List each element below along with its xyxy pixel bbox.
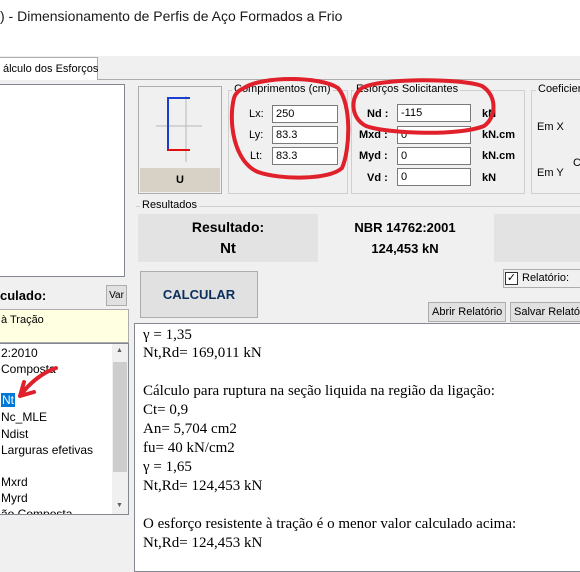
report-line: Ct= 0,9 <box>143 402 189 418</box>
mxd-field[interactable]: 0 <box>397 126 471 144</box>
vd-field[interactable]: 0 <box>397 168 471 186</box>
relatorio-label: Relatório: <box>522 272 570 284</box>
scroll-down-icon[interactable]: ▼ <box>116 502 123 509</box>
report-line: O esforço resistente à tração é o menor … <box>143 516 517 532</box>
list-item[interactable]: Myrd <box>1 491 28 505</box>
myd-label: Myd : <box>359 150 388 162</box>
mxd-unit: kN.cm <box>482 129 516 141</box>
list-item[interactable]: Nc_MLE <box>1 410 47 424</box>
norm-value: 124,453 kN <box>371 241 439 256</box>
nd-field[interactable]: -115 <box>397 104 471 122</box>
result-list[interactable]: 2:2010 Composta Nt Nc_MLE Ndist Larguras… <box>0 343 129 515</box>
norm-label: NBR 14762:2001 <box>354 220 456 235</box>
nd-unit: kN <box>482 108 497 120</box>
report-line: Nt,Rd= 124,453 kN <box>143 535 263 551</box>
list-item[interactable]: Ndist <box>1 427 28 441</box>
profile-label: U <box>176 174 184 186</box>
list-item[interactable]: 2:2010 <box>1 346 38 360</box>
list-item[interactable]: Larguras efetivas <box>1 443 93 457</box>
list-scrollbar-thumb[interactable] <box>113 362 127 472</box>
window-title: ) - Dimensionamento de Perfis de Aço For… <box>0 8 343 24</box>
report-line: Cálculo para ruptura na seção liquida na… <box>143 383 495 399</box>
lx-field[interactable]: 250 <box>272 105 338 123</box>
result-box-right <box>494 214 580 262</box>
ly-label: Ly: <box>249 129 264 141</box>
tab-calculo-esforcos[interactable]: álculo dos Esforços <box>0 57 98 80</box>
results-divider <box>136 206 580 207</box>
coeficientes-title: Coeficier <box>536 83 580 95</box>
ly-field[interactable]: 83.3 <box>272 126 338 144</box>
lx-label: Lx: <box>249 108 264 120</box>
left-tree-view[interactable] <box>0 84 125 277</box>
var-button[interactable]: Var <box>106 285 127 306</box>
myd-unit: kN.cm <box>482 150 516 162</box>
myd-field[interactable]: 0 <box>397 147 471 165</box>
report-line: Nt,Rd= 124,453 kN <box>143 478 263 494</box>
selected-type-text: à Tração <box>1 314 44 326</box>
abrir-relatorio-button[interactable]: Abrir Relatório <box>428 302 506 322</box>
coef-partial-label: C <box>573 157 580 169</box>
result-label: Resultado: <box>191 219 265 235</box>
results-title: Resultados <box>140 199 200 211</box>
em-x-label: Em X <box>537 121 564 133</box>
mxd-label: Mxd : <box>359 129 388 141</box>
calculated-label: culado: <box>0 288 47 303</box>
u-profile-icon <box>156 96 202 162</box>
relatorio-checkbox[interactable]: ✓ <box>505 272 518 285</box>
em-y-label: Em Y <box>537 167 564 179</box>
profile-image[interactable] <box>140 88 220 168</box>
report-line: fu= 40 kN/cm2 <box>143 440 235 456</box>
vd-label: Vd : <box>367 172 388 184</box>
list-item-selected[interactable]: Nt <box>1 393 15 407</box>
lt-label: Lt: <box>250 150 263 162</box>
list-item[interactable]: ão Composta <box>1 507 72 514</box>
list-item[interactable]: Composta <box>1 362 56 376</box>
scroll-up-icon[interactable]: ▲ <box>116 347 123 354</box>
calcular-button[interactable]: CALCULAR <box>140 271 258 318</box>
lt-field[interactable]: 83.3 <box>272 147 338 165</box>
report-line: γ = 1,65 <box>143 459 192 475</box>
report-text-area[interactable]: γ = 1,35 Nt,Rd= 169,011 kN Cálculo para … <box>134 323 580 572</box>
report-line: Nt,Rd= 169,011 kN <box>143 345 262 361</box>
vd-unit: kN <box>482 172 497 184</box>
selected-type-box: à Tração <box>0 309 129 343</box>
esforcos-title: Esforços Solicitantes <box>354 83 461 95</box>
salvar-relatorio-button[interactable]: Salvar Relatório <box>510 302 580 322</box>
nd-label: Nd : <box>367 108 389 120</box>
result-value: Nt <box>220 240 236 257</box>
report-line: An= 5,704 cm2 <box>143 421 237 437</box>
check-icon: ✓ <box>506 272 517 284</box>
list-item[interactable]: Mxrd <box>1 475 28 489</box>
report-line: γ = 1,35 <box>143 327 192 343</box>
comprimentos-title: Comprimentos (cm) <box>232 83 333 95</box>
